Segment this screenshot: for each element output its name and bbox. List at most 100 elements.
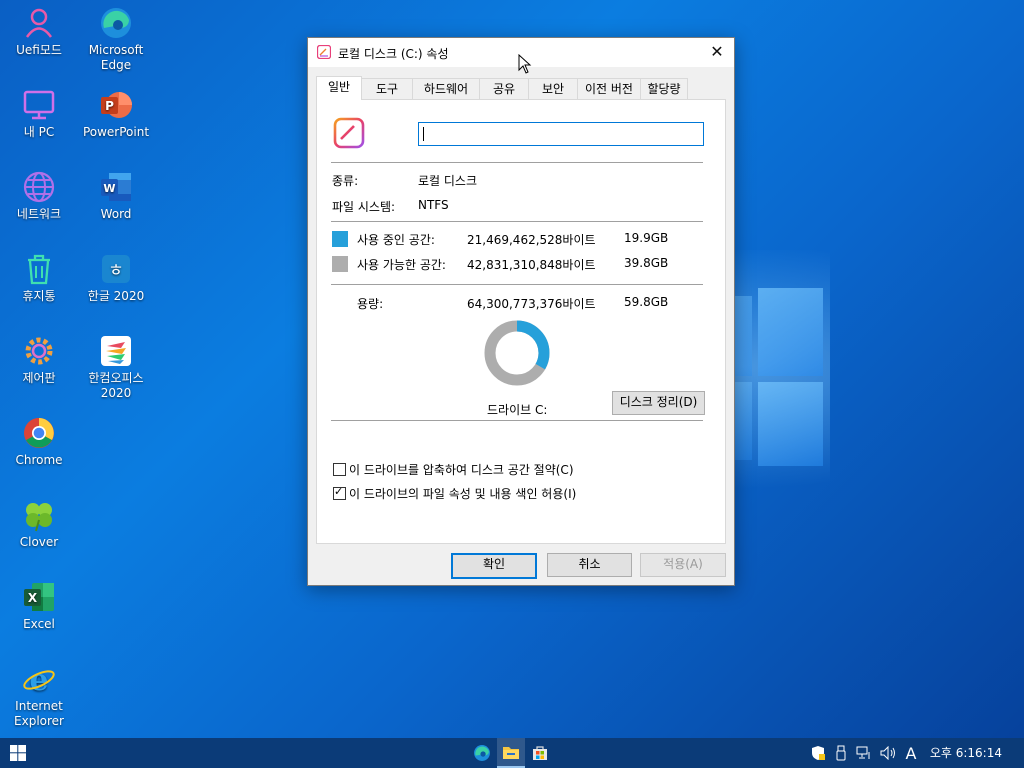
index-drive-label: 이 드라이브의 파일 속성 및 내용 색인 허용(I) (349, 487, 577, 501)
taskbar-store-button[interactable] (526, 738, 554, 768)
local-disk-icon (316, 44, 332, 60)
divider (331, 162, 703, 163)
desktop-icon-label: Clover (19, 535, 59, 549)
desktop-icon-label: Excel (23, 617, 55, 631)
divider (331, 221, 703, 222)
desktop-icon-label: Internet Explorer (14, 699, 64, 728)
taskbar: A 오후 6:16:14 (0, 738, 1024, 768)
svg-text:X: X (28, 591, 38, 605)
free-space-swatch (332, 256, 348, 272)
desktop-icon-label: Chrome (15, 453, 63, 467)
desktop-icon-chrome[interactable]: Chrome (1, 416, 77, 468)
used-space-bytes: 21,469,462,528바이트 (467, 233, 596, 247)
desktop-icon-clover[interactable]: Clover (1, 498, 77, 550)
desktop-icon-label: 한컴오피스 2020 (88, 371, 144, 400)
used-space-gb: 19.9GB (624, 231, 669, 245)
clover-icon (22, 498, 56, 532)
desktop-icon-powerpoint[interactable]: P PowerPoint (78, 88, 154, 140)
desktop-icon-edge[interactable]: Microsoft Edge (78, 6, 154, 73)
desktop-icon-network[interactable]: 네트워크 (1, 170, 77, 222)
tab-previous-versions[interactable]: 이전 버전 (577, 78, 641, 99)
type-value: 로컬 디스크 (418, 174, 478, 188)
security-tray-icon[interactable] (808, 738, 828, 768)
desktop-icon-recycle-bin[interactable]: 휴지통 (1, 252, 77, 304)
desktop-icon-hangul[interactable]: ㅎ 한글 2020 (78, 252, 154, 304)
gear-icon (22, 334, 56, 368)
drive-icon (333, 117, 365, 149)
volume-label-input[interactable] (418, 122, 704, 146)
capacity-gb: 59.8GB (624, 295, 669, 309)
free-space-gb: 39.8GB (624, 256, 669, 270)
desktop-icon-uefi[interactable]: Uefi모드 (1, 6, 77, 58)
taskbar-file-explorer-button[interactable] (497, 738, 525, 768)
start-button[interactable] (0, 738, 36, 768)
desktop-icon-label: 네트워크 (16, 207, 62, 221)
file-system-value: NTFS (418, 198, 449, 212)
tab-tools[interactable]: 도구 (361, 78, 413, 99)
apply-button[interactable]: 적용(A) (640, 553, 726, 577)
text-caret (423, 127, 424, 141)
desktop-icon-label: 한글 2020 (87, 289, 145, 303)
taskbar-clock[interactable]: 오후 6:16:14 (930, 738, 1002, 768)
file-system-label: 파일 시스템: (332, 200, 396, 214)
hancom-office-icon (99, 334, 133, 368)
network-tray-icon[interactable] (854, 738, 874, 768)
used-space-swatch (332, 231, 348, 247)
ie-icon: e (22, 662, 56, 698)
desktop-icon-label: 내 PC (23, 125, 55, 139)
desktop-icon-internet-explorer[interactable]: e Internet Explorer (1, 662, 77, 729)
divider (331, 284, 703, 285)
desktop-icon-label: Uefi모드 (16, 43, 62, 57)
close-icon[interactable]: ✕ (706, 41, 728, 63)
tab-general[interactable]: 일반 (316, 76, 362, 100)
usb-tray-icon[interactable] (832, 738, 850, 768)
mouse-cursor (518, 54, 532, 74)
desktop-icon-label: Word (100, 207, 132, 221)
chrome-icon (22, 416, 56, 450)
desktop-icon-hancom-office[interactable]: 한컴오피스 2020 (78, 334, 154, 401)
tab-quota[interactable]: 할당량 (640, 78, 688, 99)
used-space-label: 사용 중인 공간: (357, 233, 435, 247)
desktop-icon-label: 제어판 (22, 371, 56, 385)
compress-drive-checkbox[interactable] (333, 463, 346, 476)
windows-logo-icon (10, 745, 26, 761)
desktop-icon-control-panel[interactable]: 제어판 (1, 334, 77, 386)
svg-text:e: e (29, 663, 48, 696)
hangul-icon: ㅎ (99, 252, 133, 286)
excel-icon: X (22, 580, 56, 614)
recycle-bin-icon (22, 252, 56, 286)
ime-indicator[interactable]: A (902, 738, 920, 768)
desktop-icon-label: 휴지통 (22, 289, 56, 303)
desktop-icon-label: Microsoft Edge (88, 43, 144, 72)
drive-properties-dialog: 로컬 디스크 (C:) 속성 ✕ 일반 도구 하드웨어 공유 보안 이전 버전 … (307, 37, 735, 586)
monitor-icon (22, 88, 56, 122)
tab-hardware[interactable]: 하드웨어 (412, 78, 480, 99)
index-drive-checkbox[interactable] (333, 485, 346, 500)
general-tab-panel: 종류: 로컬 디스크 파일 시스템: NTFS 사용 중인 공간: 21,469… (316, 99, 726, 544)
disk-usage-donut (484, 320, 550, 386)
svg-text:ㅎ: ㅎ (108, 261, 124, 281)
volume-tray-icon[interactable] (878, 738, 900, 768)
desktop-icon-my-pc[interactable]: 내 PC (1, 88, 77, 140)
word-icon: W (99, 170, 133, 204)
tab-sharing[interactable]: 공유 (479, 78, 529, 99)
capacity-label: 용량: (357, 297, 384, 311)
ok-button[interactable]: 확인 (451, 553, 537, 579)
file-explorer-icon (503, 747, 519, 759)
edge-icon (474, 745, 490, 761)
desktop-icon-excel[interactable]: X Excel (1, 580, 77, 632)
compress-drive-label: 이 드라이브를 압축하여 디스크 공간 절약(C) (349, 463, 574, 477)
disk-cleanup-button[interactable]: 디스크 정리(D) (612, 391, 705, 415)
svg-text:P: P (105, 99, 114, 113)
tab-security[interactable]: 보안 (528, 78, 578, 99)
edge-icon (99, 6, 133, 40)
store-icon (533, 746, 547, 760)
taskbar-edge-button[interactable] (468, 738, 496, 768)
capacity-bytes: 64,300,773,376바이트 (467, 297, 596, 311)
cancel-button[interactable]: 취소 (547, 553, 632, 577)
free-space-bytes: 42,831,310,848바이트 (467, 258, 596, 272)
type-label: 종류: (332, 174, 359, 188)
desktop-icon-word[interactable]: W Word (78, 170, 154, 222)
powerpoint-icon: P (99, 88, 133, 122)
free-space-label: 사용 가능한 공간: (357, 258, 446, 272)
